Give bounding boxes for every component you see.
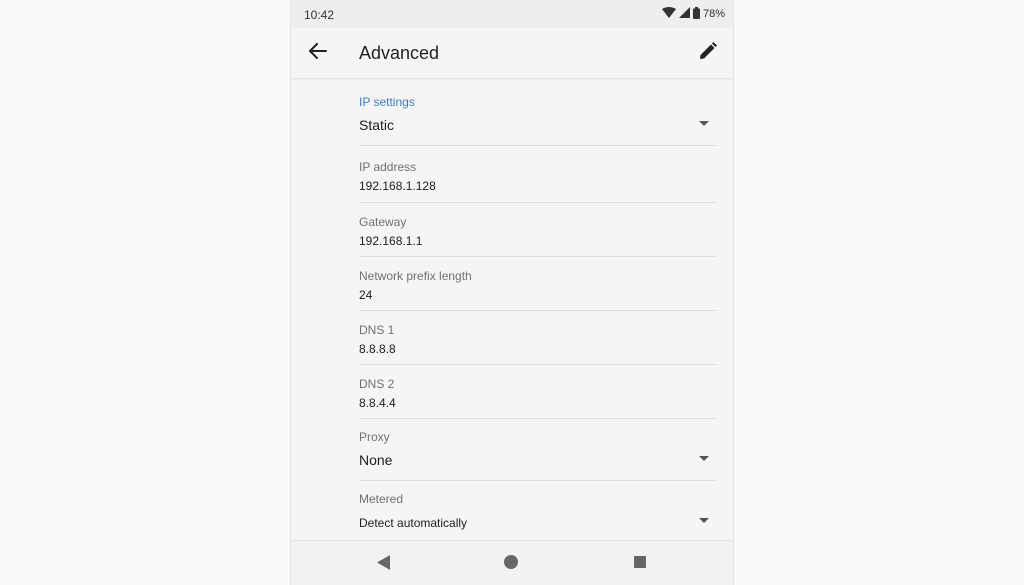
dns2-label: DNS 2	[359, 377, 395, 391]
nav-recents-icon[interactable]	[634, 556, 646, 568]
battery-percent: 78%	[702, 8, 725, 20]
metered-label: Metered	[359, 492, 404, 506]
status-time: 10:42	[304, 8, 335, 22]
dns2-field[interactable]: DNS 2 8.8.4.4	[359, 365, 717, 419]
ip-settings-dropdown[interactable]: IP settings Static	[359, 79, 717, 146]
dns1-field[interactable]: DNS 1 8.8.8.8	[359, 311, 717, 365]
page-title: Advanced	[359, 43, 440, 63]
metered-value: Detect automatically	[359, 516, 468, 530]
gateway-field[interactable]: Gateway 192.168.1.1	[359, 203, 717, 257]
metered-dropdown[interactable]: Metered Detect automatically	[359, 481, 717, 541]
nav-back-icon[interactable]	[377, 555, 390, 575]
arrow-back-icon	[309, 42, 327, 64]
wifi-icon	[661, 7, 676, 21]
proxy-dropdown[interactable]: Proxy None	[359, 419, 717, 481]
ip-address-value: 192.168.1.128	[359, 179, 436, 193]
status-bar: 10:42 78%	[291, 0, 733, 28]
dropdown-arrow-icon	[699, 456, 709, 461]
gateway-value: 192.168.1.1	[359, 234, 423, 248]
phone-screen: 10:42 78% Advanced IP settings Static IP…	[290, 0, 734, 585]
gateway-label: Gateway	[359, 215, 407, 229]
dropdown-arrow-icon	[699, 121, 709, 126]
prefix-length-field[interactable]: Network prefix length 24	[359, 257, 717, 311]
dns2-value: 8.8.4.4	[359, 396, 396, 410]
navigation-bar	[291, 540, 733, 585]
status-icons: 78%	[661, 6, 725, 22]
dns1-label: DNS 1	[359, 323, 395, 337]
battery-icon	[692, 6, 700, 22]
proxy-value: None	[359, 452, 393, 468]
ip-settings-value: Static	[359, 117, 395, 133]
ip-address-label: IP address	[359, 160, 417, 174]
pencil-icon	[699, 41, 717, 65]
edit-button[interactable]	[695, 40, 721, 66]
ip-address-field[interactable]: IP address 192.168.1.128	[359, 146, 717, 203]
dns1-value: 8.8.8.8	[359, 342, 396, 356]
proxy-label: Proxy	[359, 430, 390, 444]
prefix-length-value: 24	[359, 288, 373, 302]
nav-home-icon[interactable]	[504, 555, 518, 569]
ip-settings-label: IP settings	[359, 95, 415, 109]
app-bar: Advanced	[291, 28, 733, 79]
signal-icon	[678, 7, 690, 21]
back-button[interactable]	[305, 40, 331, 66]
prefix-length-label: Network prefix length	[359, 269, 472, 283]
dropdown-arrow-icon	[699, 518, 709, 523]
